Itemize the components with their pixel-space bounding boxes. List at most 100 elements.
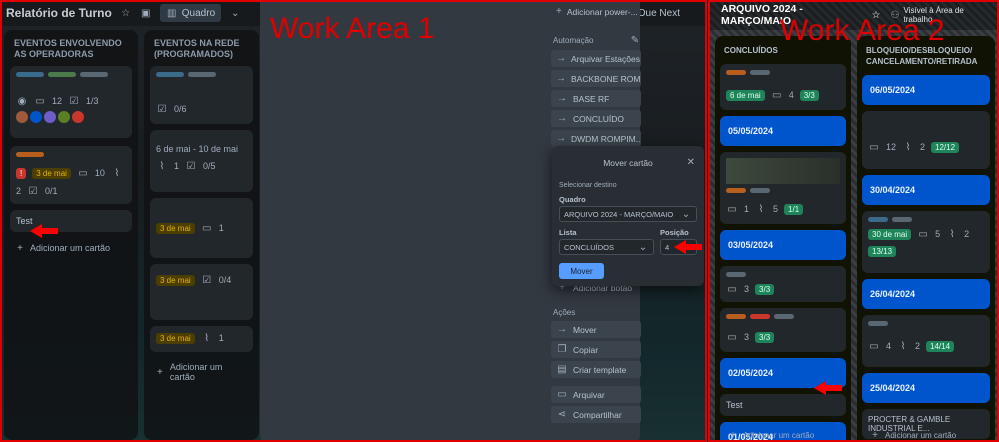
- label-chip[interactable]: [750, 314, 770, 319]
- avatar[interactable]: [58, 111, 70, 123]
- list-card[interactable]: 6 de mai ▭ 4 3/3: [720, 64, 846, 110]
- avatar[interactable]: [72, 111, 84, 123]
- list-card[interactable]: 6 de mai - 10 de mai ⌇ 1 ☑ 0/5: [150, 130, 253, 192]
- checklist-badge: 3/3: [755, 283, 775, 295]
- list-card[interactable]: ▭ 1 ⌇ 5 1/1: [720, 152, 846, 224]
- list-card[interactable]: ☑ 0/6: [150, 66, 253, 124]
- label-chip[interactable]: [750, 70, 770, 75]
- label-chip[interactable]: [750, 188, 770, 193]
- label-chip[interactable]: [726, 314, 746, 319]
- popover-title: Mover cartão: [603, 158, 653, 168]
- due-date-badge[interactable]: 3 de mai: [32, 167, 71, 179]
- add-card-button[interactable]: + Adicionar um cartão: [150, 358, 253, 386]
- pencil-icon[interactable]: ✎: [629, 34, 641, 46]
- share-action-button[interactable]: ⋖ Compartilhar: [551, 406, 641, 423]
- lock-icon[interactable]: ▣: [140, 7, 152, 19]
- card-labels: [868, 217, 984, 222]
- list-bloqueio[interactable]: BLOQUEIO/DESBLOQUEIO/ CANCELAMENTO/RETIR…: [857, 36, 995, 442]
- automation-button[interactable]: → BASE RF: [551, 90, 641, 107]
- list-card[interactable]: 3 de mai ☑ 0/4: [150, 264, 253, 320]
- chevron-down-icon: ⌄: [681, 208, 691, 220]
- list-eventos-operadoras[interactable]: EVENTOS ENVOLVENDO AS OPERADORAS ◉ ▭ 12 …: [4, 30, 138, 440]
- template-icon: ▤: [557, 364, 567, 375]
- list-card[interactable]: ▭ 4 ⌇ 2 14/14: [862, 315, 990, 367]
- label-chip[interactable]: [726, 70, 746, 75]
- archive-action-button[interactable]: ▭ Arquivar: [551, 386, 641, 403]
- automation-title-text: Automação: [553, 35, 594, 45]
- avatar[interactable]: [16, 111, 28, 123]
- label-chip[interactable]: [726, 188, 746, 193]
- date-card[interactable]: 06/05/2024: [862, 75, 990, 105]
- card-badges: ◉ ▭ 12 ☑ 1/3: [16, 95, 126, 107]
- list-card[interactable]: 30 de mai ▭ 5 ⌇ 2 13/13: [862, 211, 990, 273]
- label-chip[interactable]: [80, 72, 108, 77]
- date-card[interactable]: 03/05/2024: [720, 230, 846, 260]
- automation-button-label: DWDM ROMPIM...: [571, 133, 641, 144]
- due-date-badge[interactable]: 3 de mai: [156, 274, 195, 286]
- add-card-label: Adicionar um cartão: [885, 430, 957, 440]
- star-icon[interactable]: ☆: [871, 9, 882, 21]
- due-date-badge[interactable]: 30 de mai: [868, 228, 912, 240]
- due-date-badge[interactable]: 3 de mai: [156, 332, 195, 344]
- due-date-badge[interactable]: 3 de mai: [156, 222, 195, 234]
- avatar[interactable]: [30, 111, 42, 123]
- test-card[interactable]: Test: [720, 394, 846, 416]
- due-next-label: Due Next: [638, 7, 680, 19]
- checklist-count: 0/6: [174, 104, 187, 114]
- action-button-label: Arquivar: [573, 389, 605, 400]
- arrow-right-icon: →: [556, 133, 566, 144]
- add-card-button[interactable]: + Adicionar um cartão: [10, 238, 132, 258]
- actions-title-text: Ações: [553, 308, 576, 317]
- move-confirm-button[interactable]: Mover: [559, 263, 604, 279]
- date-card[interactable]: 25/04/2024: [862, 373, 990, 403]
- due-date-badge[interactable]: 6 de mai: [726, 89, 765, 101]
- label-chip[interactable]: [48, 72, 76, 77]
- card-cover-image: [726, 158, 840, 184]
- list-card[interactable]: ▭ 3 3/3: [720, 308, 846, 352]
- label-chip[interactable]: [774, 314, 794, 319]
- list-card[interactable]: ▭ 12 ⌇ 2 12/12: [862, 111, 990, 169]
- list-title: CONCLUÍDOS: [724, 46, 778, 55]
- move-action-button[interactable]: → Mover: [551, 321, 641, 338]
- avatar[interactable]: [44, 111, 56, 123]
- add-powerup-button[interactable]: + Adicionar power-...: [551, 3, 641, 20]
- test-card[interactable]: Test: [10, 210, 132, 232]
- label-chip[interactable]: [188, 72, 216, 77]
- automation-button[interactable]: → CONCLUÍDO: [551, 110, 641, 127]
- list-card[interactable]: ! 3 de mai ▭ 10 ⌇ 2 ☑ 0/1: [10, 146, 132, 204]
- date-card[interactable]: 30/04/2024: [862, 175, 990, 205]
- add-card-button[interactable]: + Adicionar um cartão: [727, 429, 814, 441]
- list-card[interactable]: 3 de mai ⌇ 1: [150, 326, 253, 352]
- view-switcher-button[interactable]: ▥ Quadro: [159, 4, 222, 22]
- date-range[interactable]: 6 de mai - 10 de mai: [156, 144, 238, 154]
- label-chip[interactable]: [156, 72, 184, 77]
- card-badges: 6 de mai ▭ 4 3/3: [726, 89, 840, 101]
- copy-action-button[interactable]: ❐ Copiar: [551, 341, 641, 358]
- visibility-button[interactable]: ⚇ Visível à Área de trabalho: [890, 6, 987, 24]
- label-chip[interactable]: [16, 72, 44, 77]
- list-select[interactable]: CONCLUÍDOS ⌄: [559, 239, 654, 255]
- automation-button[interactable]: → BACKBONE ROM...: [551, 70, 641, 87]
- date-card[interactable]: 05/05/2024: [720, 116, 846, 146]
- list-card[interactable]: 3 de mai ▭ 1: [150, 198, 253, 258]
- chevron-down-icon[interactable]: ⌄: [229, 7, 241, 19]
- label-chip[interactable]: [868, 321, 888, 326]
- template-action-button[interactable]: ▤ Criar template: [551, 361, 641, 378]
- automation-button[interactable]: → Arquivar Estações: [551, 50, 641, 67]
- label-chip[interactable]: [892, 217, 912, 222]
- close-icon[interactable]: ✕: [687, 157, 695, 168]
- add-card-label: Adicionar um cartão: [169, 362, 223, 382]
- automation-section-title: Automação ✎: [553, 34, 641, 46]
- board-select[interactable]: ARQUIVO 2024 - MARÇO/MAIO ⌄: [559, 206, 697, 222]
- label-chip[interactable]: [726, 272, 746, 277]
- label-chip[interactable]: [16, 152, 44, 157]
- list-card[interactable]: ▭ 3 3/3: [720, 266, 846, 302]
- add-card-button[interactable]: + Adicionar um cartão: [869, 429, 956, 441]
- label-chip[interactable]: [868, 217, 888, 222]
- star-icon[interactable]: ☆: [120, 7, 132, 19]
- list-eventos-rede[interactable]: EVENTOS NA REDE (PROGRAMADOS) ☑ 0/6 6 de…: [144, 30, 259, 440]
- list-card[interactable]: ◉ ▭ 12 ☑ 1/3: [10, 66, 132, 138]
- automation-button[interactable]: → DWDM ROMPIM...: [551, 130, 641, 147]
- date-card[interactable]: 26/04/2024: [862, 279, 990, 309]
- plus-icon: +: [872, 429, 878, 441]
